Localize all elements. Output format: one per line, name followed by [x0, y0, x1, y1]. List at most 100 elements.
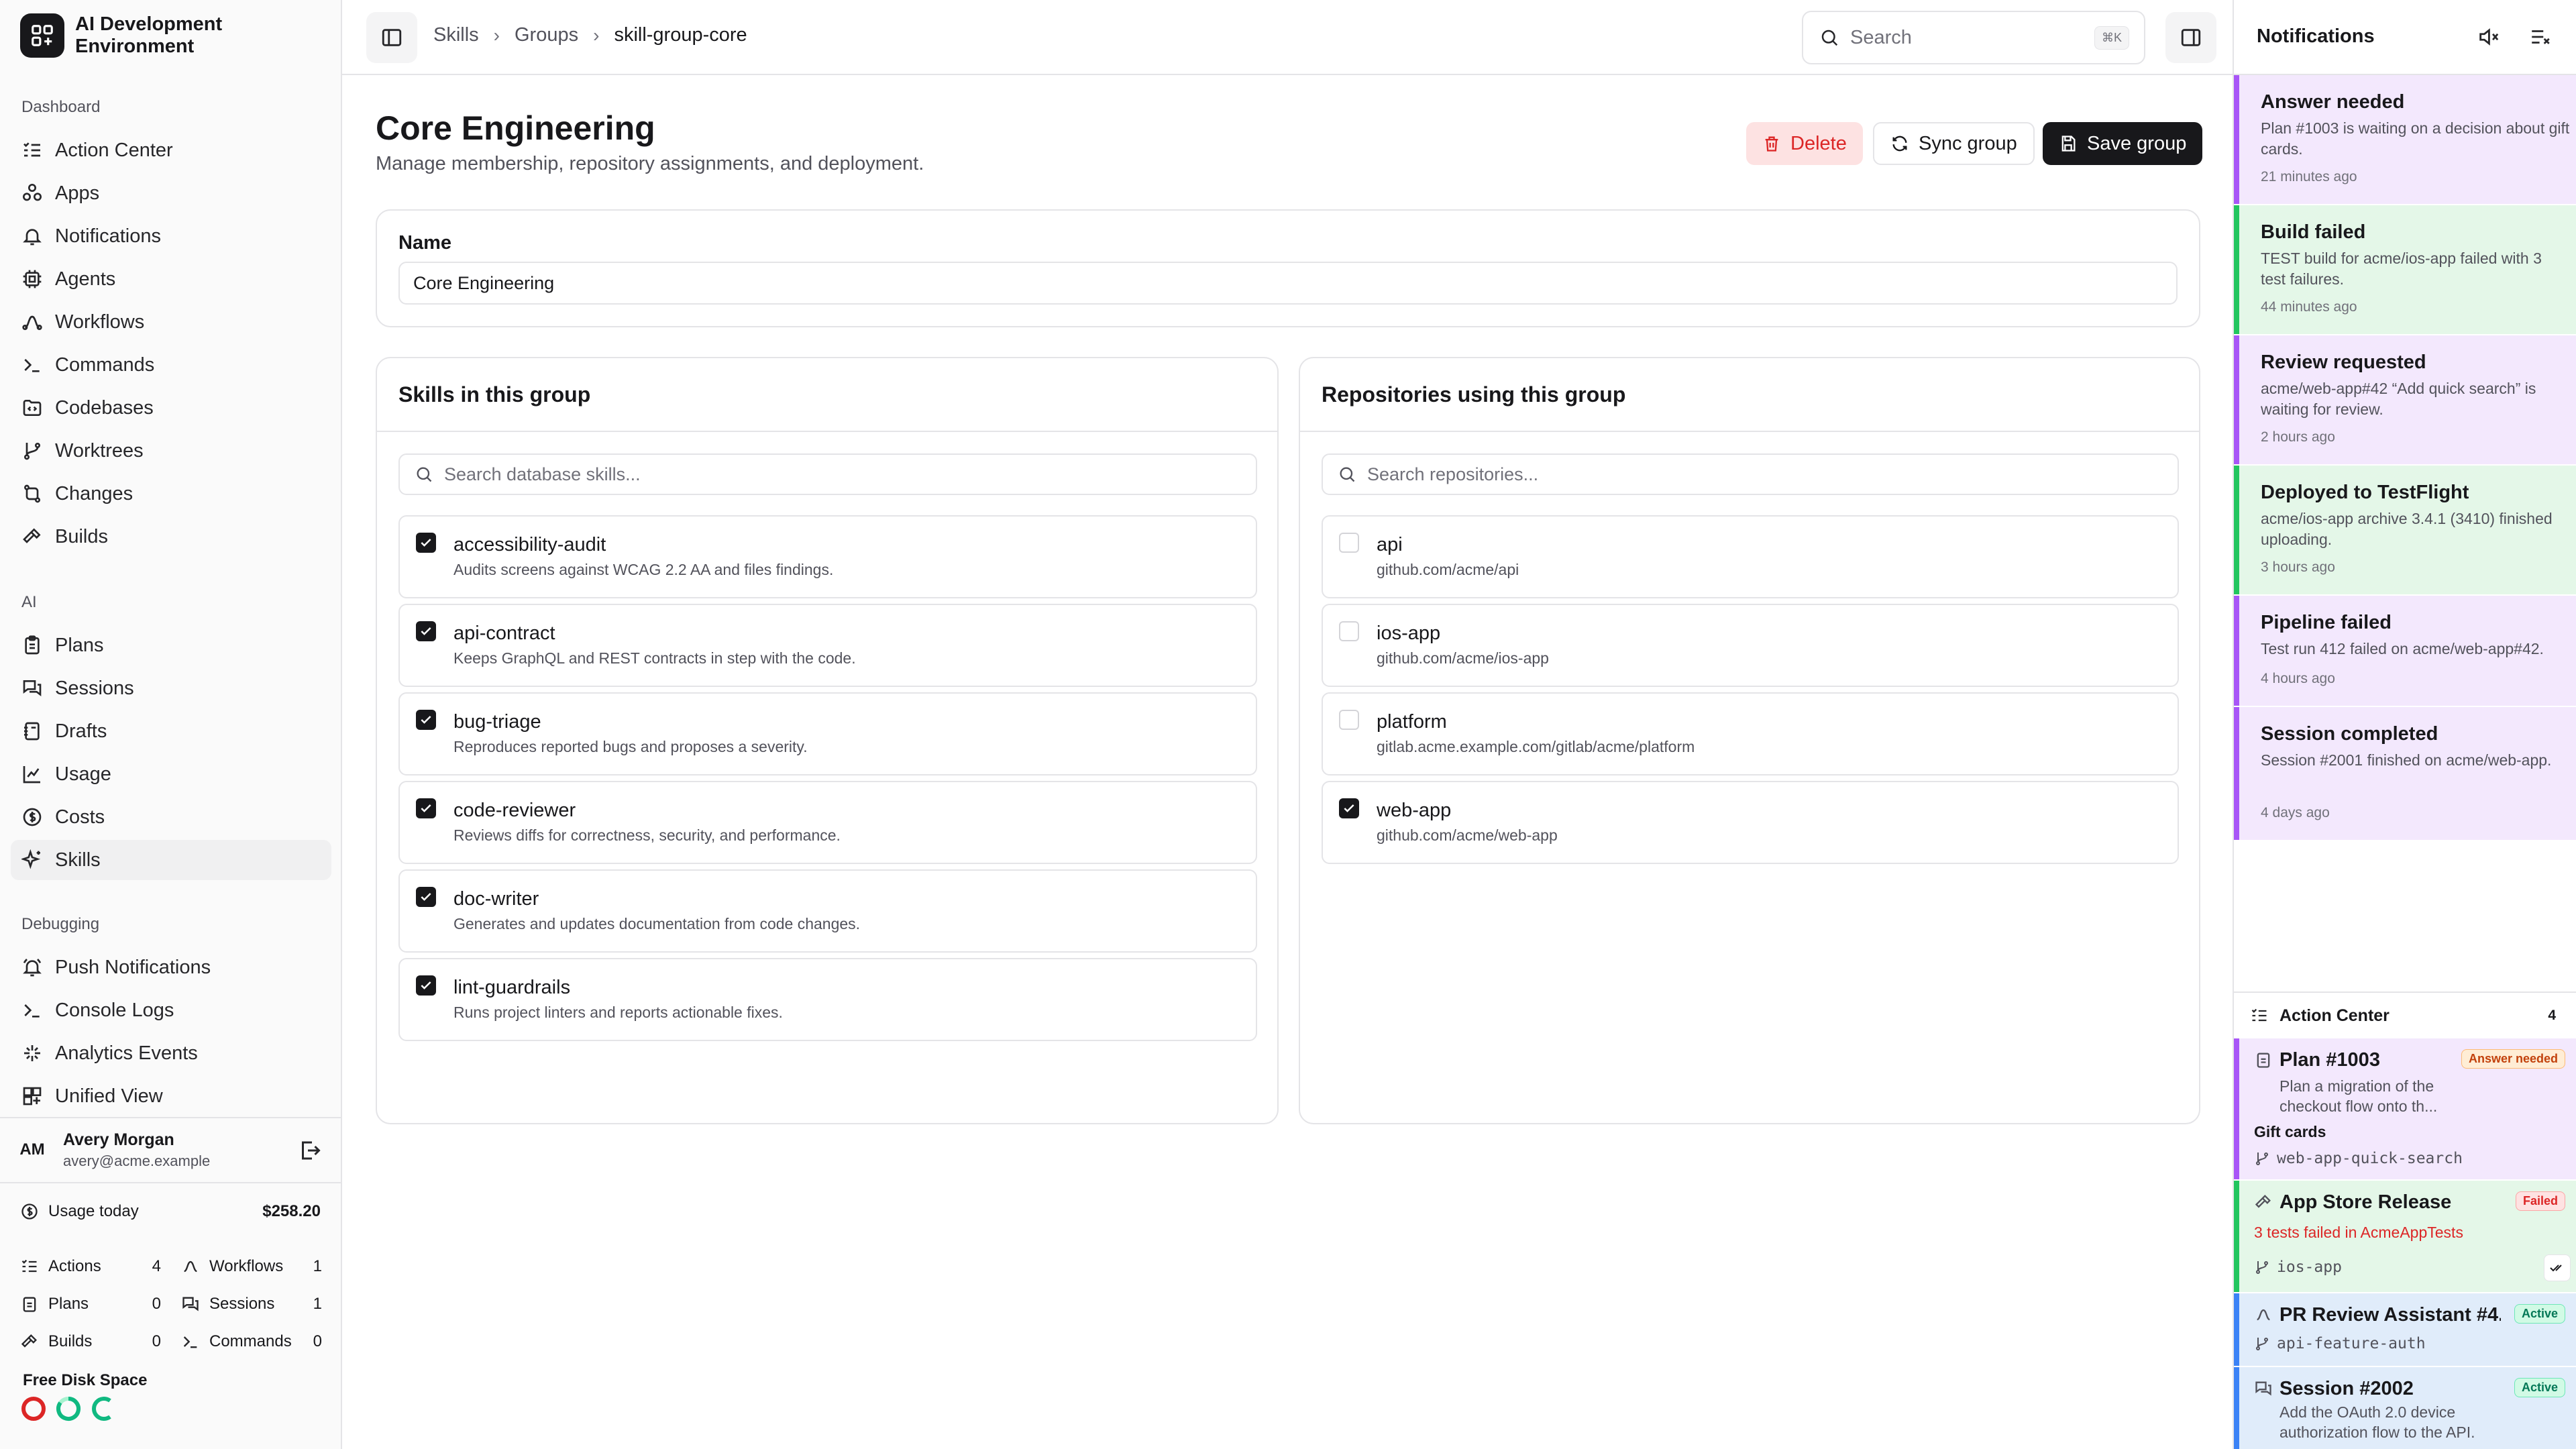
checkbox[interactable] — [416, 710, 436, 730]
stat-builds: Builds 0 — [20, 1332, 161, 1351]
sidebar-item-label: Worktrees — [55, 439, 144, 462]
mute-icon[interactable] — [2477, 25, 2500, 48]
checkbox[interactable] — [1339, 533, 1359, 553]
repo-item[interactable]: ios-app github.com/acme/ios-app — [1322, 604, 2179, 687]
repo-item[interactable]: platform gitlab.acme.example.com/gitlab/a… — [1322, 692, 2179, 775]
checkbox[interactable] — [1339, 621, 1359, 641]
sidebar-item-workflows[interactable]: Workflows — [11, 302, 331, 342]
sidebar-item-sessions[interactable]: Sessions — [11, 668, 331, 708]
disk-ring-icon — [92, 1397, 111, 1421]
notification-item[interactable]: Pipeline failed Test run 412 failed on ac… — [2234, 596, 2576, 706]
user-email: avery@acme.example — [63, 1152, 211, 1169]
sidebar-item-agents[interactable]: Agents — [11, 259, 331, 299]
checkbox[interactable] — [416, 621, 436, 641]
search-input[interactable]: Search ⌘K — [1802, 11, 2145, 64]
stat-value: 4 — [152, 1257, 161, 1275]
stat-commands: Commands 0 — [181, 1332, 322, 1351]
save-group-button[interactable]: Save group — [2043, 122, 2203, 165]
sync-group-button[interactable]: Sync group — [1873, 122, 2035, 165]
sidebar-item-usage[interactable]: Usage — [11, 754, 331, 794]
sidebar-item-costs[interactable]: Costs — [11, 797, 331, 837]
repo-name: web-app — [1377, 800, 1452, 821]
delete-button[interactable]: Delete — [1746, 122, 1863, 165]
skill-item[interactable]: accessibility-audit Audits screens agains… — [398, 515, 1257, 598]
sidebar-item-commands[interactable]: Commands — [11, 345, 331, 385]
git-branch-icon — [21, 440, 43, 462]
checkbox[interactable] — [416, 887, 436, 907]
sidebar-item-label: Changes — [55, 482, 133, 504]
checkbox[interactable] — [416, 798, 436, 818]
checkbox[interactable] — [1339, 798, 1359, 818]
sidebar-item-label: Codebases — [55, 396, 154, 419]
breadcrumb-skills[interactable]: Skills — [433, 24, 479, 46]
repo-item[interactable]: web-app github.com/acme/web-app — [1322, 781, 2179, 864]
sidebar-item-action-center[interactable]: Action Center — [11, 130, 331, 170]
notification-desc: Test run 412 failed on acme/web-app#42. — [2261, 640, 2544, 657]
clear-all-icon[interactable] — [2529, 25, 2552, 48]
repo-item[interactable]: api github.com/acme/api — [1322, 515, 2179, 598]
panel-left-icon — [382, 29, 402, 46]
stat-actions: Actions 4 — [20, 1257, 161, 1276]
user-profile[interactable]: AM Avery Morgan avery@acme.example — [0, 1117, 341, 1181]
sync-label: Sync group — [1919, 132, 2017, 154]
skill-item[interactable]: code-reviewer Reviews diffs for correctne… — [398, 781, 1257, 864]
sidebar-item-console-logs[interactable]: Console Logs — [11, 990, 331, 1030]
sidebar-item-label: Notifications — [55, 225, 161, 247]
branch-row: api-feature-auth — [2254, 1335, 2426, 1352]
breadcrumb-groups[interactable]: Groups — [515, 24, 578, 46]
page-subtitle: Manage membership, repository assignment… — [376, 153, 924, 174]
sidebar-item-analytics-events[interactable]: Analytics Events — [11, 1033, 331, 1073]
branch-row: ios-app — [2254, 1258, 2342, 1276]
notification-item[interactable]: Answer needed Plan #1003 is waiting on a … — [2234, 75, 2576, 204]
sidebar-item-label: Builds — [55, 525, 108, 547]
search-placeholder: Search — [1850, 26, 1912, 48]
sidebar-item-codebases[interactable]: Codebases — [11, 388, 331, 428]
checkbox[interactable] — [416, 975, 436, 996]
sidebar-item-builds[interactable]: Builds — [11, 517, 331, 557]
brand[interactable]: AI Development Environment — [20, 13, 276, 58]
action-card-session[interactable]: Session #2002 Active Add the OAuth 2.0 d… — [2234, 1367, 2576, 1449]
list-check-icon — [21, 1259, 37, 1273]
section-dashboard: Dashboard — [21, 98, 101, 116]
acknowledge-button[interactable] — [2544, 1254, 2571, 1281]
clipboard-icon — [2257, 1053, 2270, 1068]
skills-panel: Skills in this group Search database ski… — [376, 357, 1279, 1124]
sidebar-item-drafts[interactable]: Drafts — [11, 711, 331, 751]
checkbox[interactable] — [1339, 710, 1359, 730]
terminal-icon — [21, 1000, 43, 1021]
action-card-app-store-release[interactable]: App Store Release Failed 3 tests failed … — [2234, 1181, 2576, 1292]
sidebar-toggle-button[interactable] — [366, 12, 417, 63]
action-card-pr-review[interactable]: PR Review Assistant #4... Active api-fea… — [2234, 1293, 2576, 1366]
notification-item[interactable]: Build failed TEST build for acme/ios-app … — [2234, 205, 2576, 334]
checkbox[interactable] — [416, 533, 436, 553]
search-icon — [1821, 30, 1838, 46]
right-panel-toggle-button[interactable] — [2165, 12, 2216, 63]
notification-item[interactable]: Deployed to TestFlight acme/ios-app archi… — [2234, 466, 2576, 594]
repositories-search-input[interactable]: Search repositories... — [1322, 453, 2179, 495]
delete-label: Delete — [1790, 132, 1847, 154]
action-card-plan[interactable]: Plan #1003 Answer needed Plan a migratio… — [2234, 1038, 2576, 1179]
sidebar-item-plans[interactable]: Plans — [11, 625, 331, 665]
sidebar-item-skills[interactable]: Skills — [11, 840, 331, 880]
sidebar-item-push-notifications[interactable]: Push Notifications — [11, 947, 331, 987]
skill-item[interactable]: doc-writer Generates and updates document… — [398, 869, 1257, 953]
skills-search-input[interactable]: Search database skills... — [398, 453, 1257, 495]
sidebar-item-worktrees[interactable]: Worktrees — [11, 431, 331, 471]
sidebar-item-apps[interactable]: Apps — [11, 173, 331, 213]
sidebar-item-notifications[interactable]: Notifications — [11, 216, 331, 256]
notifications-title: Notifications — [2257, 25, 2375, 47]
page-title: Core Engineering — [376, 109, 655, 147]
sparkles-icon — [21, 849, 43, 871]
sidebar-item-changes[interactable]: Changes — [11, 474, 331, 514]
notification-item[interactable]: Review requested acme/web-app#42 “Add qui… — [2234, 335, 2576, 464]
sidebar-item-unified-view[interactable]: Unified View — [11, 1076, 331, 1116]
action-center-header[interactable]: Action Center 4 — [2234, 991, 2576, 1038]
skill-description: Reviews diffs for correctness, security,… — [453, 826, 841, 844]
skill-item[interactable]: lint-guardrails Runs project linters and … — [398, 958, 1257, 1041]
skill-item[interactable]: bug-triage Reproduces reported bugs and p… — [398, 692, 1257, 775]
logout-icon[interactable] — [298, 1138, 322, 1163]
notification-item[interactable]: Session completed Session #2001 finished … — [2234, 707, 2576, 840]
name-field[interactable]: Core Engineering — [398, 262, 2178, 305]
skill-item[interactable]: api-contract Keeps GraphQL and REST contr… — [398, 604, 1257, 687]
action-center-count: 4 — [2548, 1008, 2556, 1023]
